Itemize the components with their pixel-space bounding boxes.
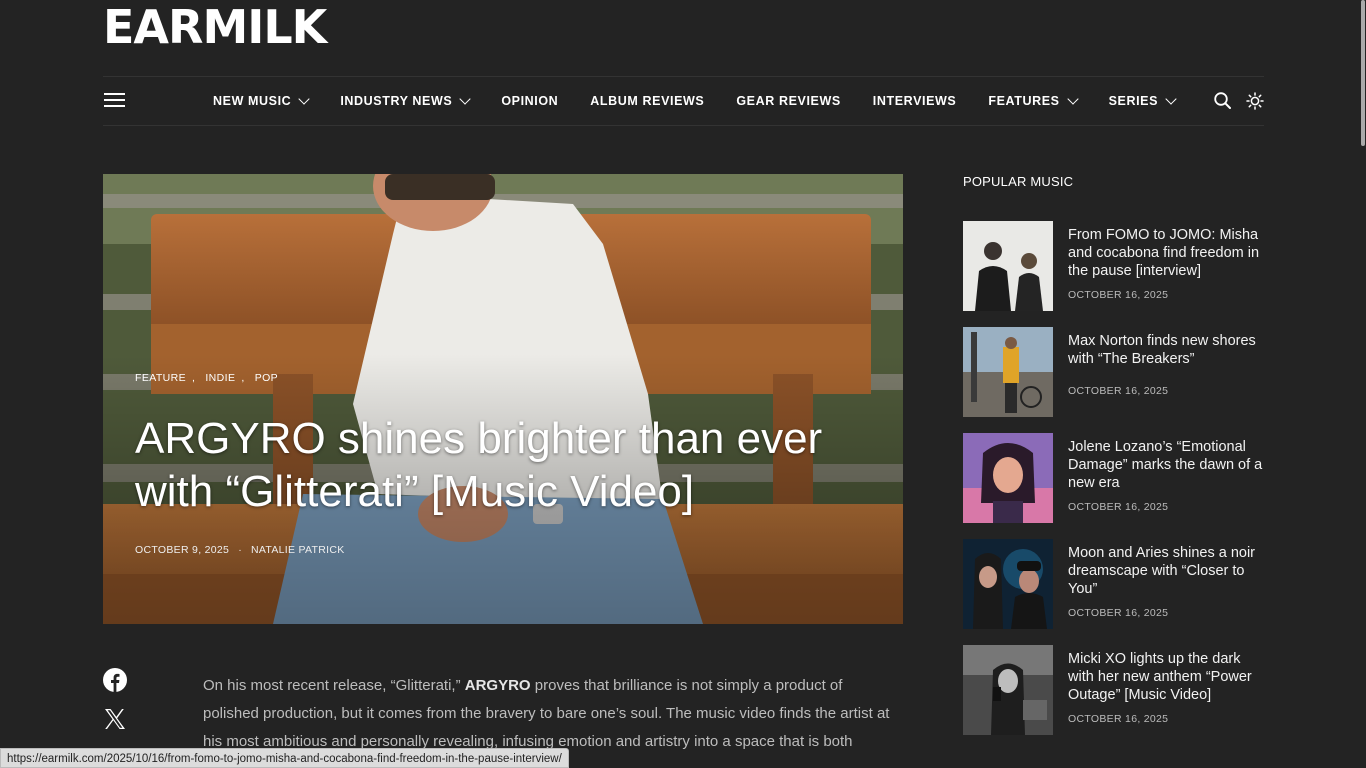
nav-item-new-music[interactable]: NEW MUSIC — [213, 92, 310, 108]
post-thumbnail — [963, 433, 1053, 523]
artist-link[interactable]: ARGYRO — [465, 677, 531, 694]
article-body: On his most recent release, “Glitterati,… — [203, 672, 893, 756]
article-paragraph: On his most recent release, “Glitterati,… — [203, 677, 890, 750]
list-item[interactable]: From FOMO to JOMO: Misha and cocabona fi… — [963, 221, 1264, 311]
hero-date: OCTOBER 9, 2025 — [135, 544, 230, 556]
nav-item-album-reviews[interactable]: ALBUM REVIEWS — [590, 94, 704, 108]
hamburger-menu-icon[interactable] — [104, 93, 125, 109]
featured-article-hero[interactable]: FEATURE, INDIE, POP ARGYRO shines bright… — [103, 174, 903, 624]
sun-icon[interactable] — [1246, 92, 1264, 110]
chevron-down-icon — [298, 92, 310, 105]
tag-indie[interactable]: INDIE — [205, 372, 235, 384]
chevron-down-icon — [1165, 92, 1177, 105]
nav-item-interviews[interactable]: INTERVIEWS — [873, 94, 957, 108]
post-title: Max Norton finds new shores with “The Br… — [1068, 333, 1256, 367]
post-date: OCTOBER 16, 2025 — [1068, 385, 1169, 397]
main-navigation: NEW MUSIC INDUSTRY NEWS OPINION ALBUM RE… — [103, 76, 1264, 126]
facebook-icon[interactable] — [103, 668, 127, 692]
post-thumbnail — [963, 221, 1053, 311]
hero-tags: FEATURE, INDIE, POP — [135, 372, 279, 384]
chevron-down-icon — [459, 92, 471, 105]
status-bar-url: https://earmilk.com/2025/10/16/from-fomo… — [0, 748, 569, 768]
nav-item-industry-news[interactable]: INDUSTRY NEWS — [340, 92, 471, 108]
hero-title[interactable]: ARGYRO shines brighter than ever with “G… — [135, 412, 855, 518]
search-icon[interactable] — [1214, 92, 1231, 109]
post-title: From FOMO to JOMO: Misha and cocabona fi… — [1068, 227, 1260, 279]
share-buttons — [103, 668, 127, 730]
site-logo[interactable]: EARMILK — [103, 2, 327, 52]
list-item[interactable]: Moon and Aries shines a noir dreamscape … — [963, 539, 1264, 629]
nav-item-opinion[interactable]: OPINION — [501, 94, 558, 108]
post-thumbnail — [963, 327, 1053, 417]
post-thumbnail — [963, 645, 1053, 735]
chevron-down-icon — [1066, 92, 1079, 105]
tag-pop[interactable]: POP — [255, 372, 278, 384]
post-date: OCTOBER 16, 2025 — [1068, 501, 1169, 513]
page-scrollbar[interactable] — [1360, 0, 1366, 768]
post-date: OCTOBER 16, 2025 — [1068, 713, 1169, 725]
list-item[interactable]: Micki XO lights up the dark with her new… — [963, 645, 1264, 735]
sidebar-title: POPULAR MUSIC — [963, 174, 1074, 189]
list-item[interactable]: Jolene Lozano’s “Emotional Damage” marks… — [963, 433, 1264, 523]
nav-item-series[interactable]: SERIES — [1109, 92, 1177, 108]
nav-item-gear-reviews[interactable]: GEAR REVIEWS — [736, 94, 840, 108]
post-title: Jolene Lozano’s “Emotional Damage” marks… — [1068, 439, 1263, 491]
post-title: Moon and Aries shines a noir dreamscape … — [1068, 545, 1255, 597]
nav-item-features[interactable]: FEATURES — [988, 92, 1079, 108]
x-icon[interactable] — [104, 708, 126, 730]
post-date: OCTOBER 16, 2025 — [1068, 607, 1169, 619]
post-title: Micki XO lights up the dark with her new… — [1068, 651, 1252, 703]
tag-feature[interactable]: FEATURE — [135, 372, 186, 384]
hero-author[interactable]: NATALIE PATRICK — [251, 544, 345, 556]
nav-menu: NEW MUSIC INDUSTRY NEWS OPINION ALBUM RE… — [197, 77, 1191, 125]
post-date: OCTOBER 16, 2025 — [1068, 289, 1169, 301]
post-thumbnail — [963, 539, 1053, 629]
scrollbar-thumb[interactable] — [1361, 0, 1365, 146]
list-item[interactable]: Max Norton finds new shores with “The Br… — [963, 327, 1264, 417]
hero-meta: OCTOBER 9, 2025 · NATALIE PATRICK — [135, 544, 345, 556]
